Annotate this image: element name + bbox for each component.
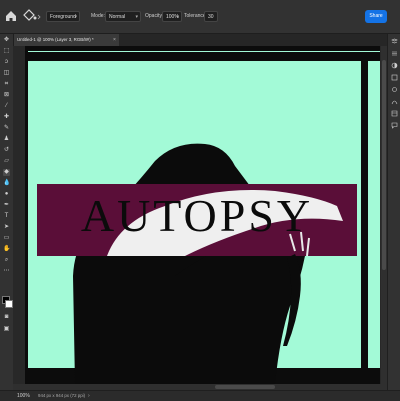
options-bar: Foreground ▾ Mode: Normal ▾ Opacity: 100… — [0, 0, 400, 34]
photoshop-window: Foreground ▾ Mode: Normal ▾ Opacity: 100… — [0, 0, 400, 401]
more-tools-icon[interactable]: ⋯ — [3, 268, 10, 275]
blur-tool-icon[interactable]: 💧 — [3, 180, 10, 187]
libraries-icon[interactable] — [391, 74, 398, 81]
chevron-down-icon: ▾ — [176, 14, 179, 20]
top-frame-bar — [25, 52, 380, 61]
layers-icon[interactable] — [391, 38, 398, 45]
home-icon[interactable] — [4, 9, 18, 23]
path-selection-tool-icon[interactable]: ➤ — [3, 224, 10, 231]
document-tab-bar: Untitled-1 @ 100% (Layer 3, RGB/8#) * × — [0, 34, 400, 46]
eraser-tool-icon[interactable]: ▱ — [3, 158, 10, 165]
tools-panel: ✥ ⬚ ↄ ◫ ⌗ ⊠ ⁄ ✚ ✎ ♟ ↺ ▱ ◆ 💧 ● ✒ T ➤ ▭ ✋ … — [0, 34, 14, 390]
top-frame-edge — [25, 46, 380, 51]
panel-icon-strip — [387, 34, 400, 390]
close-tab-icon[interactable]: × — [113, 34, 116, 46]
document-tab[interactable]: Untitled-1 @ 100% (Layer 3, RGB/8#) * — [13, 34, 119, 46]
type-tool-icon[interactable]: T — [3, 213, 10, 220]
hand-tool-icon[interactable]: ✋ — [3, 246, 10, 253]
screen-mode-icon[interactable]: ▣ — [3, 326, 10, 333]
document-canvas[interactable]: AUTOPSY — [25, 46, 380, 384]
healing-brush-tool-icon[interactable]: ✚ — [3, 114, 10, 121]
crop-tool-icon[interactable]: ⌗ — [3, 81, 10, 88]
marquee-tool-icon[interactable]: ⬚ — [3, 48, 10, 55]
paths-icon[interactable] — [391, 98, 398, 105]
comments-icon[interactable] — [391, 122, 398, 129]
opacity-field[interactable]: 100% ▾ — [162, 11, 182, 22]
paint-bucket-tool-icon[interactable] — [22, 9, 42, 23]
mode-value: Normal — [109, 14, 126, 20]
background-color-swatch[interactable] — [5, 300, 13, 308]
chevron-down-icon: ▾ — [135, 14, 138, 20]
mode-select[interactable]: Normal ▾ — [105, 11, 141, 22]
clone-stamp-tool-icon[interactable]: ♟ — [3, 136, 10, 143]
fill-source-select[interactable]: Foreground ▾ — [46, 11, 80, 22]
object-selection-tool-icon[interactable]: ◫ — [3, 70, 10, 77]
properties-icon[interactable] — [391, 50, 398, 57]
paint-bucket-tool-icon[interactable]: ◆ — [3, 169, 10, 176]
horizontal-scroll-thumb[interactable] — [215, 385, 275, 389]
document-tab-title: Untitled-1 @ 100% (Layer 3, RGB/8#) * — [17, 37, 94, 42]
move-tool-icon[interactable]: ✥ — [3, 37, 10, 44]
lasso-tool-icon[interactable]: ↄ — [3, 59, 10, 66]
eyedropper-tool-icon[interactable]: ⁄ — [3, 103, 10, 110]
history-brush-tool-icon[interactable]: ↺ — [3, 147, 10, 154]
quick-mask-icon[interactable]: ◙ — [3, 314, 10, 321]
history-icon[interactable] — [391, 110, 398, 117]
frame-tool-icon[interactable]: ⊠ — [3, 92, 10, 99]
tolerance-value: 30 — [208, 14, 214, 20]
tolerance-field[interactable]: 30 — [204, 11, 218, 22]
pen-tool-icon[interactable]: ✒ — [3, 202, 10, 209]
dodge-tool-icon[interactable]: ● — [3, 191, 10, 198]
fill-source-value: Foreground — [50, 14, 76, 20]
mode-label: Mode: — [91, 13, 105, 19]
opacity-label: Opacity: — [145, 13, 164, 19]
left-frame-edge — [25, 46, 28, 384]
channels-icon[interactable] — [391, 86, 398, 93]
adjustments-icon[interactable] — [391, 62, 398, 69]
vertical-scroll-thumb[interactable] — [382, 60, 386, 270]
right-frame-bar — [361, 61, 368, 369]
zoom-tool-icon[interactable]: ⌕ — [3, 257, 10, 264]
status-bar: 100% 944 px x 944 px (72 ppi) › — [0, 390, 400, 401]
chevron-down-icon: ▾ — [74, 14, 77, 20]
share-button[interactable]: Share — [365, 10, 387, 23]
headline-text: AUTOPSY — [80, 190, 314, 241]
rectangle-tool-icon[interactable]: ▭ — [3, 235, 10, 242]
brush-tool-icon[interactable]: ✎ — [3, 125, 10, 132]
